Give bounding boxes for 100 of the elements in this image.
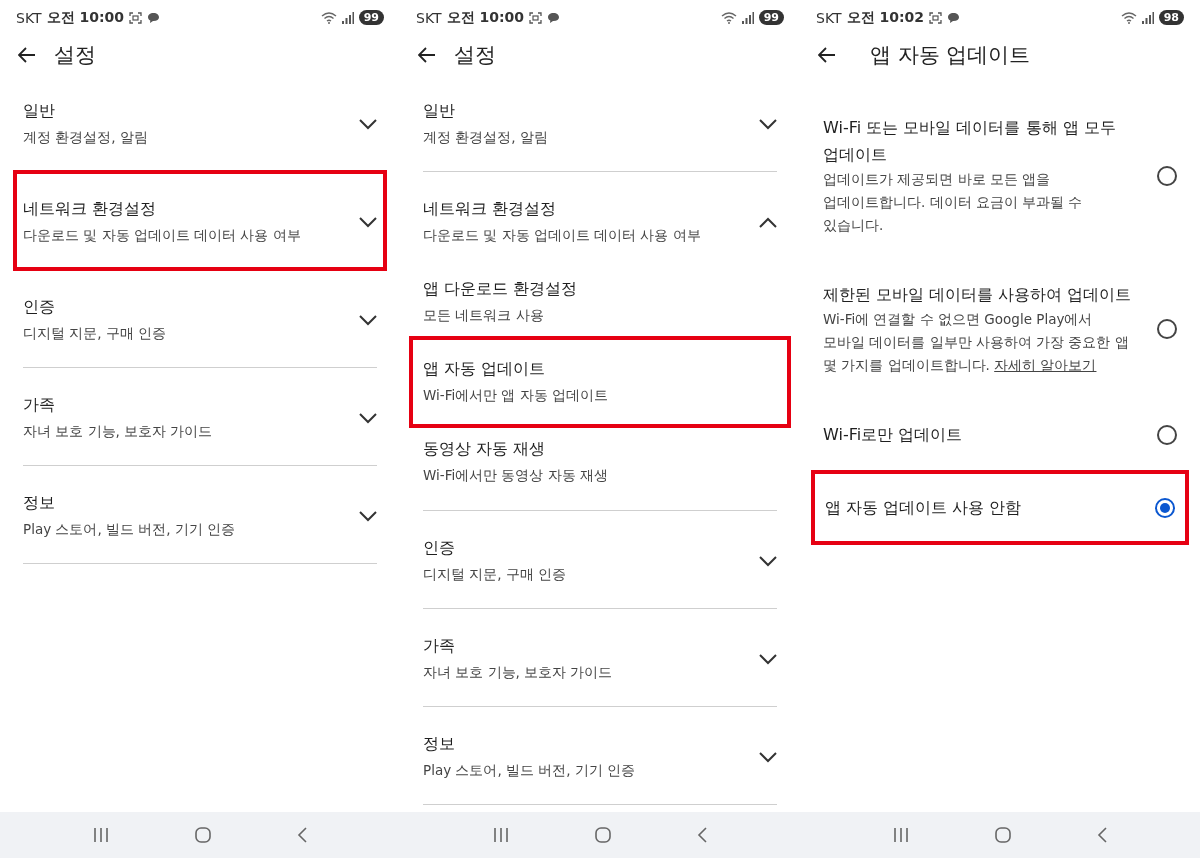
- section-subtitle: Play 스토어, 빌드 버전, 기기 인증: [23, 520, 237, 539]
- settings-section[interactable]: 일반 계정 환경설정, 알림: [23, 74, 377, 171]
- settings-section[interactable]: 인증 디지털 지문, 구매 인증: [23, 270, 377, 367]
- section-title: 일반: [423, 101, 456, 122]
- learn-more-link[interactable]: 자세히 알아보기: [994, 357, 1097, 373]
- section-title: 일반: [23, 101, 56, 122]
- settings-section[interactable]: 정보 Play 스토어, 빌드 버전, 기기 인증: [23, 466, 377, 563]
- page-title: 설정: [454, 41, 496, 69]
- wifi-icon: [720, 11, 737, 24]
- settings-section[interactable]: 일반 계정 환경설정, 알림: [423, 74, 777, 171]
- screenshot-icon: [129, 11, 142, 24]
- option-description: 업데이트가 제공되면 바로 모든 앱을 업데이트합니다. 데이터 요금이 부과될 수 있습니다.: [823, 170, 1084, 235]
- clock: 오전 10:00: [446, 8, 524, 27]
- radio-button[interactable]: [1157, 319, 1177, 339]
- settings-section[interactable]: 네트워크 환경설정 다운로드 및 자동 업데이트 데이터 사용 여부: [15, 172, 385, 269]
- section-subtitle: 자녀 보호 기능, 보호자 가이드: [23, 422, 214, 441]
- chevron-down-icon: [359, 118, 377, 130]
- radio-button[interactable]: [1157, 424, 1177, 445]
- update-option[interactable]: Wi-Fi로만 업데이트: [823, 399, 1177, 470]
- chevron-down-icon: [759, 751, 777, 763]
- option-title: 앱 자동 업데이트 사용 안함: [825, 497, 1023, 519]
- section-subtitle: 자녀 보호 기능, 보호자 가이드: [423, 663, 614, 682]
- section-subtitle: 계정 환경설정, 알림: [423, 128, 549, 147]
- section-title: 가족: [23, 395, 56, 416]
- settings-item[interactable]: 앱 다운로드 환경설정 모든 네트워크 사용: [423, 262, 777, 342]
- home-icon[interactable]: [595, 827, 611, 843]
- signal-icon: [1141, 11, 1154, 24]
- section-subtitle: 디지털 지문, 구매 인증: [423, 565, 568, 584]
- settings-item[interactable]: 앱 자동 업데이트 Wi-Fi에서만 앱 자동 업데이트: [415, 342, 785, 422]
- back-arrow-icon[interactable]: [18, 46, 36, 63]
- radio-button[interactable]: [1157, 165, 1177, 186]
- section-subtitle: Play 스토어, 빌드 버전, 기기 인증: [423, 761, 637, 780]
- settings-item[interactable]: 동영상 자동 재생 Wi-Fi에서만 동영상 자동 재생: [423, 422, 777, 502]
- chevron-down-icon: [759, 118, 777, 130]
- option-title: Wi-Fi 또는 모바일 데이터를 통해 앱 모두 업데이트: [823, 117, 1117, 166]
- wifi-icon: [320, 11, 337, 24]
- home-icon[interactable]: [195, 827, 211, 843]
- section-title: 네트워크 환경설정: [423, 199, 557, 220]
- home-icon[interactable]: [995, 827, 1011, 843]
- section-title: 가족: [423, 636, 456, 657]
- carrier-label: SKT: [416, 9, 442, 26]
- chevron-down-icon: [359, 412, 377, 424]
- settings-section[interactable]: 가족 자녀 보호 기능, 보호자 가이드: [23, 368, 377, 465]
- clock: 오전 10:02: [846, 8, 924, 27]
- carrier-label: SKT: [816, 9, 842, 26]
- option-title: 제한된 모바일 데이터를 사용하여 업데이트: [823, 284, 1133, 306]
- option-title: Wi-Fi로만 업데이트: [823, 424, 964, 446]
- chevron-down-icon: [359, 216, 377, 228]
- screenshot-icon: [529, 11, 542, 24]
- setting-title: 앱 자동 업데이트: [423, 359, 546, 380]
- back-icon[interactable]: [297, 827, 307, 843]
- chevron-down-icon: [359, 510, 377, 522]
- back-icon[interactable]: [1097, 827, 1107, 843]
- settings-section[interactable]: 정보 Play 스토어, 빌드 버전, 기기 인증: [423, 707, 777, 804]
- chevron-down-icon: [359, 314, 377, 326]
- chat-bubble-icon: [547, 11, 560, 24]
- chevron-down-icon: [759, 555, 777, 567]
- recent-apps-icon[interactable]: [893, 828, 909, 842]
- back-icon[interactable]: [697, 827, 707, 843]
- section-title: 정보: [423, 734, 456, 755]
- section-title: 네트워크 환경설정: [23, 199, 157, 220]
- chat-bubble-icon: [147, 11, 160, 24]
- update-option[interactable]: Wi-Fi 또는 모바일 데이터를 통해 앱 모두 업데이트 업데이트가 제공되면 바로 모든 앱을 업데이트합니다. 데이터 요금이 부과될 수 있습니다.: [823, 92, 1177, 259]
- section-title: 인증: [423, 538, 456, 559]
- back-arrow-icon[interactable]: [418, 46, 436, 63]
- signal-icon: [341, 11, 354, 24]
- section-title: 인증: [23, 297, 56, 318]
- battery-level: 99: [758, 10, 784, 25]
- page-title: 설정: [54, 41, 96, 69]
- settings-section[interactable]: 인증 디지털 지문, 구매 인증: [423, 511, 777, 608]
- signal-icon: [741, 11, 754, 24]
- setting-title: 동영상 자동 재생: [423, 439, 546, 460]
- recent-apps-icon[interactable]: [493, 828, 509, 842]
- setting-subtitle: Wi-Fi에서만 동영상 자동 재생: [423, 466, 610, 485]
- section-subtitle: 계정 환경설정, 알림: [23, 128, 149, 147]
- battery-level: 99: [358, 10, 384, 25]
- chevron-up-icon: [759, 216, 777, 228]
- page-title: 앱 자동 업데이트: [870, 41, 1031, 69]
- setting-title: 앱 다운로드 환경설정: [423, 279, 578, 300]
- setting-subtitle: Wi-Fi에서만 앱 자동 업데이트: [423, 386, 610, 405]
- wifi-icon: [1120, 11, 1137, 24]
- chat-bubble-icon: [947, 11, 960, 24]
- radio-button[interactable]: [1155, 497, 1175, 518]
- settings-section[interactable]: 가족 자녀 보호 기능, 보호자 가이드: [423, 609, 777, 706]
- section-subtitle: 다운로드 및 자동 업데이트 데이터 사용 여부: [423, 226, 702, 245]
- back-arrow-icon[interactable]: [818, 46, 836, 63]
- recent-apps-icon[interactable]: [93, 828, 109, 842]
- chevron-down-icon: [759, 653, 777, 665]
- clock: 오전 10:00: [46, 8, 124, 27]
- screenshot-icon: [929, 11, 942, 24]
- settings-section[interactable]: 네트워크 환경설정 다운로드 및 자동 업데이트 데이터 사용 여부: [423, 172, 777, 262]
- carrier-label: SKT: [16, 9, 42, 26]
- update-option[interactable]: 앱 자동 업데이트 사용 안함: [811, 470, 1189, 545]
- setting-subtitle: 모든 네트워크 사용: [423, 306, 545, 325]
- update-option[interactable]: 제한된 모바일 데이터를 사용하여 업데이트 Wi-Fi에 연결할 수 없으면 Google Play에서 모바일 데이터를 일부만 사용하여 가장 중요한 앱 몇 가지를 업데이트합니다. 자세히 알아보기: [823, 259, 1177, 399]
- option-description: Wi-Fi에 연결할 수 없으면 Google Play에서 모바일 데이터를 일부만 사용하여 가장 중요한 앱 몇 가지를 업데이트합니다. 자세히 알아보기: [823, 310, 1130, 375]
- section-subtitle: 디지털 지문, 구매 인증: [23, 324, 168, 343]
- section-title: 정보: [23, 493, 56, 514]
- battery-level: 98: [1158, 10, 1184, 25]
- section-subtitle: 다운로드 및 자동 업데이트 데이터 사용 여부: [23, 226, 302, 245]
